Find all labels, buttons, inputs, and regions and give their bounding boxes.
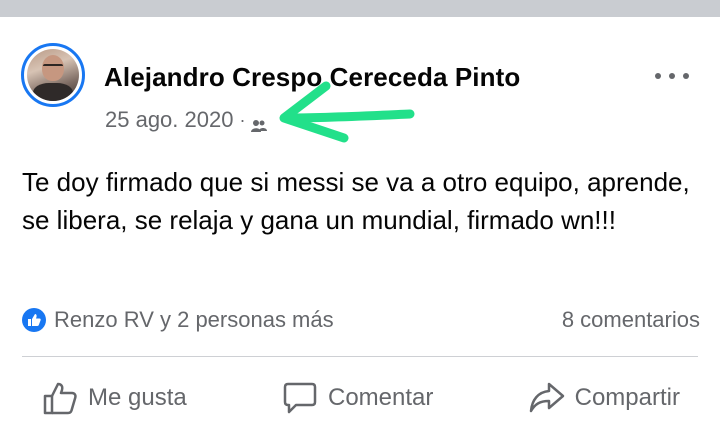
annotation-arrow [279, 81, 415, 143]
comment-bubble-icon [283, 382, 317, 414]
share-button[interactable]: Compartir [509, 381, 700, 415]
reactions-label: Renzo RV y 2 personas más [54, 307, 334, 332]
reactions-summary[interactable]: Renzo RV y 2 personas más [22, 307, 334, 333]
divider [22, 356, 698, 357]
comments-count[interactable]: 8 comentarios [562, 307, 700, 333]
comment-button[interactable]: Comentar [262, 381, 453, 415]
like-reaction-icon [22, 308, 46, 332]
post-meta: 25 ago. 2020 · [105, 106, 268, 134]
comment-label: Comentar [327, 384, 434, 411]
post-text: Te doy firmado que si messi se va a otro… [22, 167, 690, 235]
meta-separator: · [239, 109, 246, 130]
share-label: Compartir [574, 384, 680, 411]
avatar-photo [27, 49, 79, 101]
author-avatar[interactable] [21, 43, 85, 107]
like-label: Me gusta [88, 384, 187, 411]
action-bar: Me gusta Comentar Compartir [22, 372, 700, 424]
post-date[interactable]: 25 ago. 2020 [105, 107, 233, 133]
like-button[interactable]: Me gusta [22, 381, 207, 415]
more-options-icon[interactable] [655, 66, 689, 86]
top-feed-separator [0, 0, 720, 17]
share-arrow-icon [529, 382, 564, 413]
friends-icon[interactable] [251, 113, 268, 132]
thumbs-up-icon [43, 382, 77, 415]
reactions-row: Renzo RV y 2 personas más 8 comentarios [22, 305, 700, 335]
